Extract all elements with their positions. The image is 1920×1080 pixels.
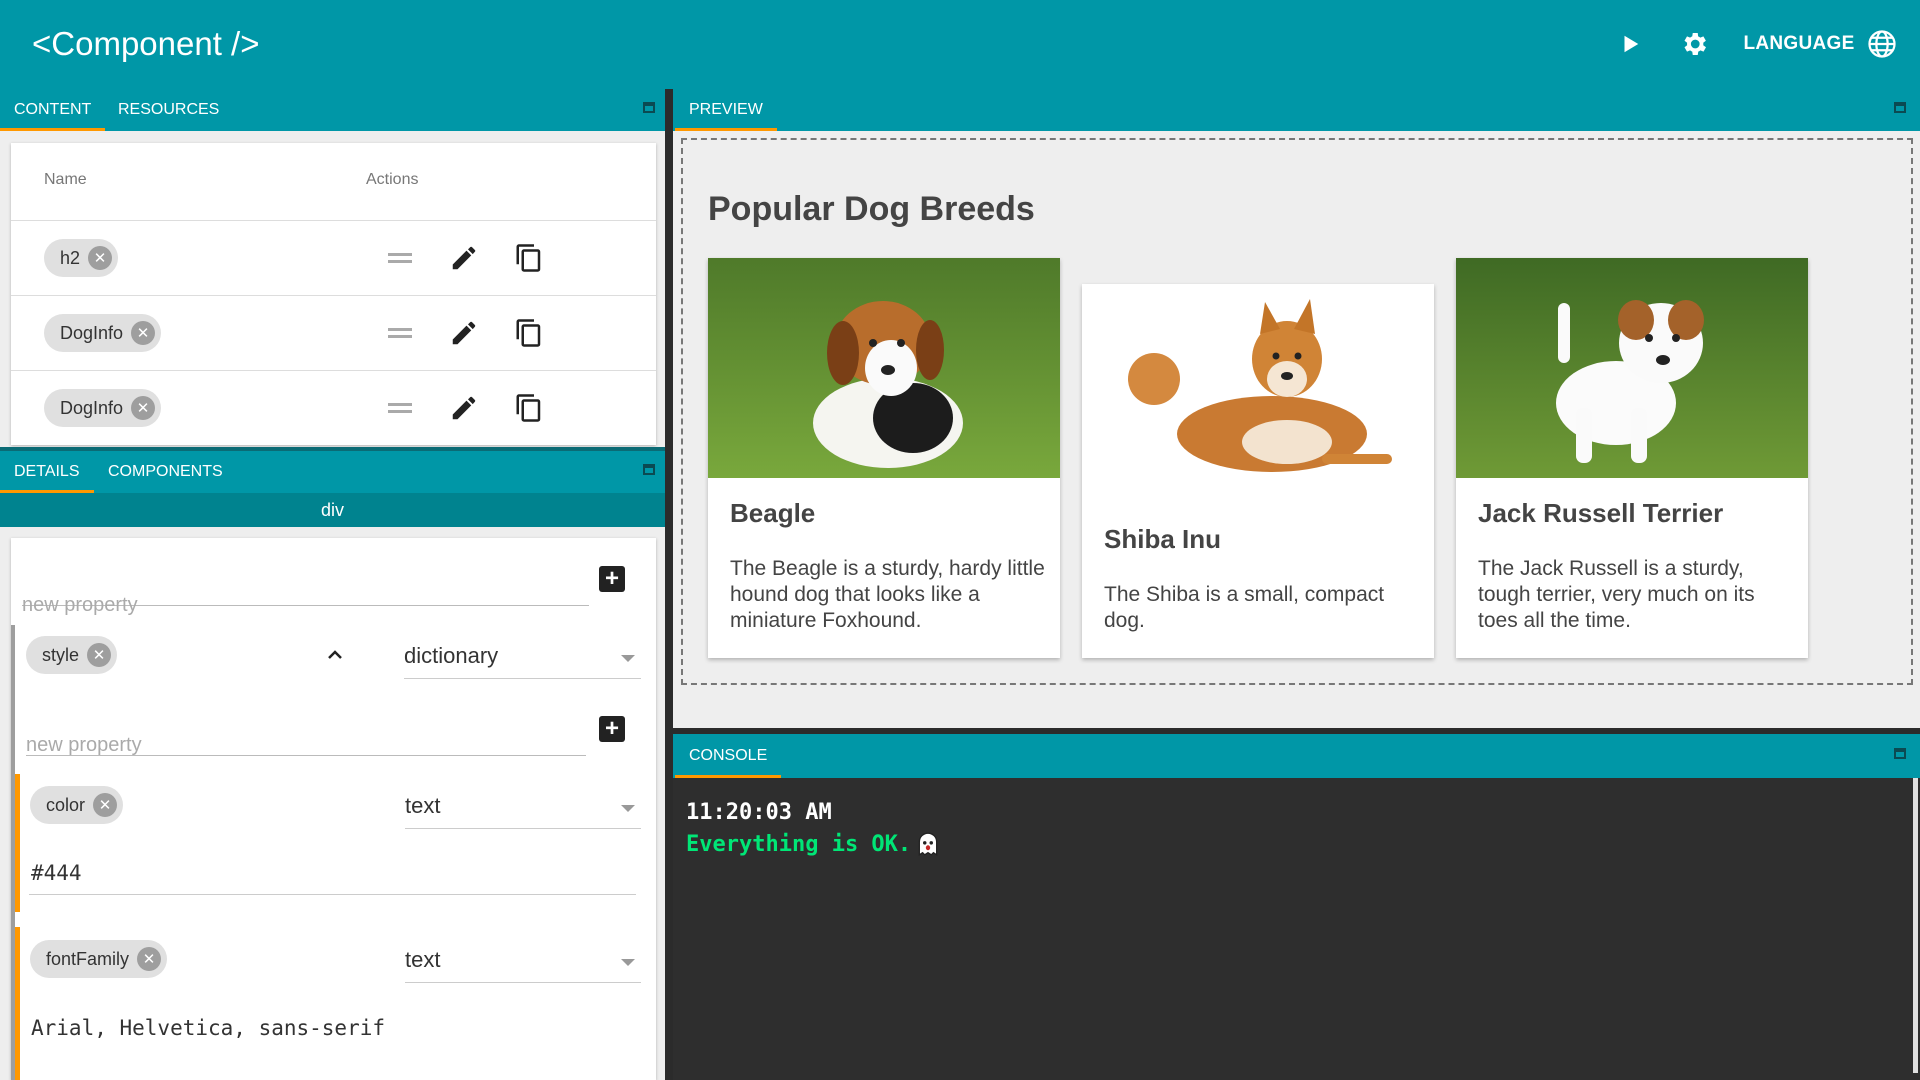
dog-description: The Shiba is a small, compact dog. <box>1104 583 1385 632</box>
dog-name: Beagle <box>730 498 816 528</box>
vertical-splitter[interactable] <box>665 89 673 1080</box>
table-row: DogInfo ✕ <box>11 296 656 370</box>
tab-console[interactable]: CONSOLE <box>675 734 782 778</box>
elements-table: Name Actions h2 ✕ DogInfo ✕ DogInfo ✕ <box>11 143 656 445</box>
tab-preview[interactable]: PREVIEW <box>675 89 777 131</box>
jack-russell-image <box>1456 258 1808 478</box>
element-chip[interactable]: DogInfo ✕ <box>44 389 162 427</box>
console-output <box>673 778 1920 1080</box>
shiba-image <box>1082 284 1434 504</box>
run-button[interactable] <box>1608 20 1652 68</box>
copy-icon[interactable] <box>514 318 544 348</box>
details-tabbar: DETAILS COMPONENTS <box>0 451 665 493</box>
edit-icon[interactable] <box>449 243 479 273</box>
type-select-style[interactable]: dictionary <box>404 633 641 679</box>
property-indicator <box>15 774 20 912</box>
language-button[interactable]: LANGUAGE <box>1740 20 1900 68</box>
edit-icon[interactable] <box>449 393 479 423</box>
drag-handle-icon[interactable] <box>388 328 412 338</box>
chevron-up-icon[interactable] <box>323 643 347 667</box>
tab-components[interactable]: COMPONENTS <box>94 451 237 493</box>
settings-button[interactable] <box>1670 20 1718 68</box>
dog-name: Jack Russell Terrier <box>1478 498 1724 528</box>
gear-icon <box>1684 33 1706 55</box>
remove-icon[interactable]: ✕ <box>87 643 112 667</box>
tab-resources[interactable]: RESOURCES <box>104 89 233 131</box>
content-tabbar: CONTENT RESOURCES <box>0 89 665 131</box>
type-value: text <box>405 947 441 972</box>
preview-heading: Popular Dog Breeds <box>708 190 1035 228</box>
type-value: dictionary <box>404 643 499 668</box>
console-scrollbar[interactable] <box>1913 778 1918 1073</box>
property-chip-color[interactable]: color ✕ <box>30 786 124 824</box>
console-tabbar: CONSOLE <box>673 734 1920 778</box>
minimize-console-button[interactable] <box>1894 748 1906 759</box>
new-property-placeholder: new property <box>22 594 138 616</box>
property-name: color <box>46 794 86 815</box>
chevron-down-icon <box>621 959 635 966</box>
property-chip-style[interactable]: style ✕ <box>26 636 118 674</box>
add-property-button[interactable]: + <box>599 566 625 592</box>
property-name: fontFamily <box>46 948 130 969</box>
remove-icon[interactable]: ✕ <box>137 947 162 971</box>
nested-property-placeholder: new property <box>26 734 142 756</box>
globe-icon <box>1867 30 1896 58</box>
element-name: DogInfo <box>60 322 124 343</box>
element-name: h2 <box>60 247 81 268</box>
property-indicator <box>15 927 20 1080</box>
console-message: Everything is OK. <box>686 831 912 857</box>
beagle-image <box>708 258 1060 478</box>
copy-icon[interactable] <box>514 393 544 423</box>
color-value: #444 <box>31 861 82 885</box>
selected-element-label: div <box>0 493 665 527</box>
type-select-fontfamily[interactable]: text <box>405 937 641 983</box>
minimize-details-button[interactable] <box>643 464 655 475</box>
property-name: style <box>42 644 80 665</box>
nested-property-input[interactable]: new property <box>26 710 586 756</box>
tab-details[interactable]: DETAILS <box>0 451 94 493</box>
fontfamily-value[interactable]: Arial, Helvetica, sans-serif <box>31 1016 385 1040</box>
edit-icon[interactable] <box>449 318 479 348</box>
dog-description: The Beagle is a sturdy, hardy little hou… <box>730 557 1045 632</box>
chevron-down-icon <box>621 805 635 812</box>
minimize-preview-button[interactable] <box>1894 102 1906 113</box>
table-row: DogInfo ✕ <box>11 371 656 445</box>
tab-content[interactable]: CONTENT <box>0 89 106 131</box>
add-nested-property-button[interactable]: + <box>599 716 625 742</box>
dog-card-shiba: Shiba Inu The Shiba is a small, compact … <box>1082 284 1434 658</box>
dog-name: Shiba Inu <box>1104 524 1221 554</box>
properties-card: new property + style ✕ dictionary new pr… <box>11 538 656 1080</box>
remove-icon[interactable]: ✕ <box>131 396 156 420</box>
dog-card-jack-russell: Jack Russell Terrier The Jack Russell is… <box>1456 258 1808 658</box>
play-icon <box>1624 35 1639 53</box>
ghost-icon <box>918 832 938 857</box>
language-label: LANGUAGE <box>1743 33 1855 54</box>
property-chip-fontfamily[interactable]: fontFamily ✕ <box>30 940 168 978</box>
remove-icon[interactable]: ✕ <box>93 793 118 817</box>
drag-handle-icon[interactable] <box>388 403 412 413</box>
dog-description: The Jack Russell is a sturdy, tough terr… <box>1478 557 1755 632</box>
element-name: DogInfo <box>60 397 124 418</box>
element-chip[interactable]: DogInfo ✕ <box>44 314 162 352</box>
type-select-color[interactable]: text <box>405 783 641 829</box>
preview-tabbar: PREVIEW <box>673 89 1920 131</box>
chevron-down-icon <box>621 655 635 662</box>
minimize-content-button[interactable] <box>643 102 655 113</box>
color-value-input[interactable]: #444 <box>29 849 636 895</box>
new-property-input[interactable]: new property <box>22 560 589 616</box>
copy-icon[interactable] <box>514 243 544 273</box>
console-timestamp: 11:20:03 AM <box>686 800 832 825</box>
type-value: text <box>405 793 441 818</box>
column-header-actions: Actions <box>366 171 419 188</box>
element-chip[interactable]: h2 ✕ <box>44 239 119 277</box>
app-title: <Component /> <box>32 25 260 62</box>
drag-handle-icon[interactable] <box>388 253 412 263</box>
console-message-line: Everything is OK. <box>686 831 941 857</box>
table-row: h2 ✕ <box>11 221 656 295</box>
dog-card-beagle: Beagle The Beagle is a sturdy, hardy lit… <box>708 258 1060 658</box>
remove-icon[interactable]: ✕ <box>131 321 156 345</box>
remove-icon[interactable]: ✕ <box>88 246 113 270</box>
column-header-name: Name <box>44 171 87 188</box>
